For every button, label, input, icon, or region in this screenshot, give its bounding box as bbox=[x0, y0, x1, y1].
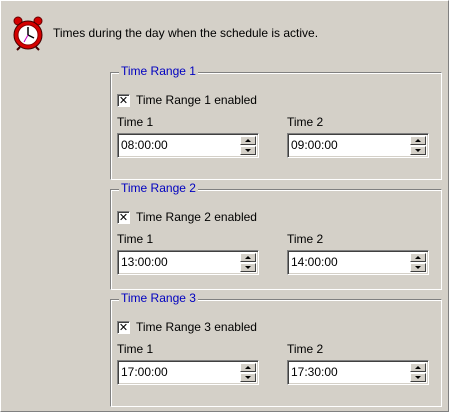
time-1-label: Time 1 bbox=[117, 115, 154, 129]
time-range-2-enabled-checkbox[interactable]: ✕ Time Range 2 enabled bbox=[117, 210, 257, 224]
spin-down-button[interactable] bbox=[410, 263, 426, 272]
time-range-3-group: Time Range 3 ✕ Time Range 3 enabled Time… bbox=[110, 291, 442, 407]
time-value[interactable]: 17:30:00 bbox=[291, 365, 338, 379]
spin-buttons bbox=[410, 253, 426, 272]
arrow-up-icon bbox=[245, 139, 251, 142]
time-range-3-time-1-field[interactable]: 17:00:00 bbox=[117, 360, 259, 385]
time-range-2-time-1-field[interactable]: 13:00:00 bbox=[117, 250, 259, 275]
arrow-up-icon bbox=[415, 139, 421, 142]
checkbox-box[interactable]: ✕ bbox=[117, 320, 130, 334]
spin-down-button[interactable] bbox=[410, 146, 426, 155]
spin-down-button[interactable] bbox=[240, 373, 256, 382]
time-value[interactable]: 09:00:00 bbox=[291, 138, 338, 152]
spin-up-button[interactable] bbox=[240, 136, 256, 145]
spin-up-button[interactable] bbox=[240, 253, 256, 262]
arrow-down-icon bbox=[245, 376, 251, 379]
time-2-label: Time 2 bbox=[287, 232, 324, 246]
checkbox-box[interactable]: ✕ bbox=[117, 210, 130, 224]
spin-down-button[interactable] bbox=[240, 146, 256, 155]
time-range-1-group: Time Range 1 ✕ Time Range 1 enabled Time… bbox=[110, 64, 442, 180]
time-value[interactable]: 14:00:00 bbox=[291, 255, 338, 269]
time-range-1-legend: Time Range 1 bbox=[119, 64, 198, 78]
arrow-up-icon bbox=[415, 256, 421, 259]
spin-buttons bbox=[410, 136, 426, 155]
time-value[interactable]: 08:00:00 bbox=[121, 138, 168, 152]
spin-buttons bbox=[240, 363, 256, 382]
spin-down-button[interactable] bbox=[410, 373, 426, 382]
spin-buttons bbox=[240, 136, 256, 155]
alarm-clock-icon bbox=[13, 16, 43, 51]
spin-down-button[interactable] bbox=[240, 263, 256, 272]
arrow-down-icon bbox=[415, 376, 421, 379]
time-range-2-group: Time Range 2 ✕ Time Range 2 enabled Time… bbox=[110, 181, 442, 290]
time-value[interactable]: 17:00:00 bbox=[121, 365, 168, 379]
time-1-label: Time 1 bbox=[117, 342, 154, 356]
arrow-down-icon bbox=[415, 266, 421, 269]
time-range-1-time-1-field[interactable]: 08:00:00 bbox=[117, 133, 259, 158]
arrow-up-icon bbox=[245, 256, 251, 259]
time-range-1-enabled-checkbox[interactable]: ✕ Time Range 1 enabled bbox=[117, 93, 257, 107]
checkbox-label: Time Range 3 enabled bbox=[136, 320, 257, 334]
time-range-3-enabled-checkbox[interactable]: ✕ Time Range 3 enabled bbox=[117, 320, 257, 334]
spin-up-button[interactable] bbox=[240, 363, 256, 372]
time-2-label: Time 2 bbox=[287, 115, 324, 129]
time-range-3-time-2-field[interactable]: 17:30:00 bbox=[287, 360, 429, 385]
spin-buttons bbox=[410, 363, 426, 382]
time-range-2-legend: Time Range 2 bbox=[119, 181, 198, 195]
time-range-1-time-2-field[interactable]: 09:00:00 bbox=[287, 133, 429, 158]
arrow-up-icon bbox=[415, 366, 421, 369]
spin-up-button[interactable] bbox=[410, 136, 426, 145]
time-value[interactable]: 13:00:00 bbox=[121, 255, 168, 269]
arrow-up-icon bbox=[245, 366, 251, 369]
spin-up-button[interactable] bbox=[410, 363, 426, 372]
spin-up-button[interactable] bbox=[410, 253, 426, 262]
time-range-2-time-2-field[interactable]: 14:00:00 bbox=[287, 250, 429, 275]
spin-buttons bbox=[240, 253, 256, 272]
arrow-down-icon bbox=[245, 266, 251, 269]
time-2-label: Time 2 bbox=[287, 342, 324, 356]
schedule-description: Times during the day when the schedule i… bbox=[53, 26, 319, 40]
checkbox-label: Time Range 1 enabled bbox=[136, 93, 257, 107]
arrow-down-icon bbox=[245, 149, 251, 152]
arrow-down-icon bbox=[415, 149, 421, 152]
time-range-3-legend: Time Range 3 bbox=[119, 291, 198, 305]
checkbox-label: Time Range 2 enabled bbox=[136, 210, 257, 224]
time-1-label: Time 1 bbox=[117, 232, 154, 246]
checkbox-box[interactable]: ✕ bbox=[117, 93, 130, 107]
